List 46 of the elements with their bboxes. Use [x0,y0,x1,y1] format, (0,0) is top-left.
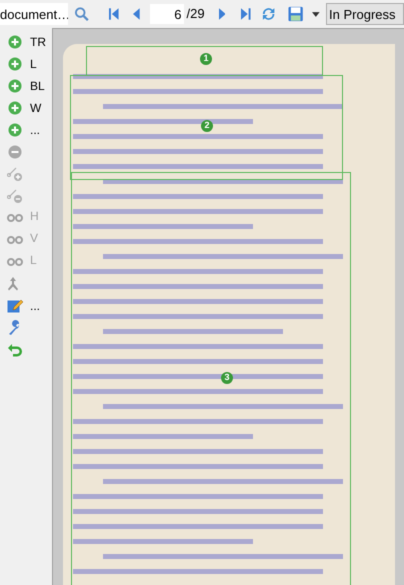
first-page-icon[interactable] [109,8,119,20]
dropdown-caret-icon[interactable] [312,12,320,16]
tool-label: V [30,230,38,245]
next-page-icon[interactable] [218,8,226,20]
tool-button[interactable]: ... [7,119,52,141]
save-icon[interactable] [288,6,304,22]
region-outline[interactable] [70,75,343,180]
plus-icon [7,78,23,94]
pencil-icon [7,298,23,314]
tool-label: ... [30,299,40,313]
plus-icon [7,34,23,50]
refresh-icon[interactable] [260,6,276,22]
status-field[interactable]: In Progress [326,3,404,25]
tool-label: L [30,252,37,267]
last-page-icon[interactable] [241,8,251,20]
tool-label: TR [30,35,46,49]
plus-icon [7,100,23,116]
plus-icon [7,122,23,138]
plus-icon [7,56,23,72]
tool-label: W [30,101,42,115]
document-field[interactable]: document… [0,3,68,25]
minus-icon [7,144,23,160]
region-number-marker[interactable]: 3 [221,372,233,384]
tool-button[interactable]: W [7,97,52,119]
tool-label: H [30,208,39,223]
search-icon[interactable] [74,6,90,22]
merge-icon [7,277,19,291]
region-number-marker[interactable]: 1 [200,53,212,65]
link-icon [7,213,23,223]
link-icon [7,235,23,245]
undo-icon [7,343,23,357]
page-total: /29 [186,5,205,24]
tool-button[interactable]: TR [7,31,52,53]
tool-label: BL [30,79,45,93]
page-number-field[interactable]: 6 [150,4,184,24]
tool-button[interactable]: L [7,53,52,75]
tool-label: L [30,57,37,71]
node-plus-icon [7,166,23,182]
node-minus-icon [7,188,23,204]
tool-label: ... [30,123,40,137]
tool-button[interactable]: BL [7,75,52,97]
region-outline[interactable] [71,172,351,585]
link-icon [7,257,23,267]
previous-page-icon[interactable] [132,8,140,20]
tool-button[interactable]: ... [7,295,52,317]
region-number-marker[interactable]: 2 [201,120,213,132]
